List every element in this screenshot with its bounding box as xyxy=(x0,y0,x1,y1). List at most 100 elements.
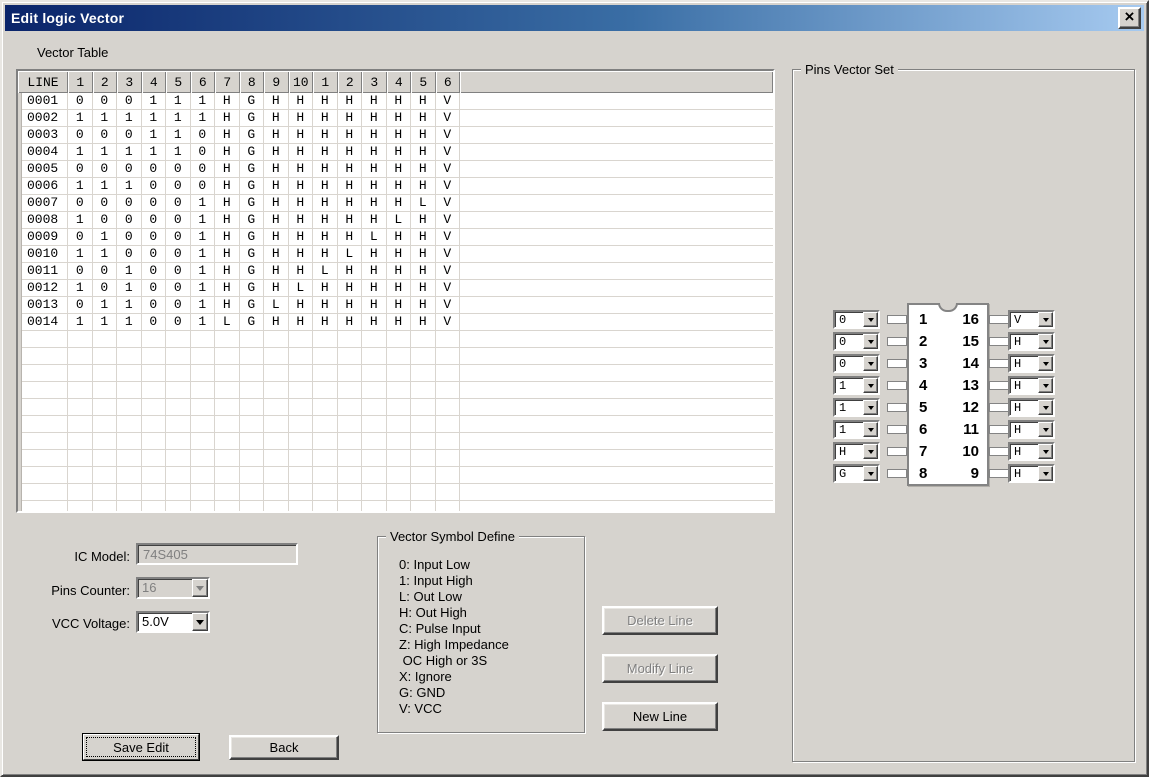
chevron-down-icon[interactable] xyxy=(1038,400,1053,415)
pin-1-select[interactable]: 0 xyxy=(833,310,880,329)
column-header-13[interactable]: 3 xyxy=(362,71,387,93)
vector-cell: 0 xyxy=(93,127,118,144)
vector-table-grid[interactable]: LINE12345678910123456 0001000111HGHHHHHH… xyxy=(16,69,775,513)
title-bar[interactable]: Edit logic Vector × xyxy=(5,5,1144,31)
pin-13-select[interactable]: H xyxy=(1008,376,1055,395)
column-header-5[interactable]: 5 xyxy=(166,71,191,93)
chevron-down-icon[interactable] xyxy=(863,356,878,371)
pin-10-select[interactable]: H xyxy=(1008,442,1055,461)
save-edit-button[interactable]: Save Edit xyxy=(82,733,200,761)
chevron-down-icon[interactable] xyxy=(1038,378,1053,393)
pin-7-select[interactable]: H xyxy=(833,442,880,461)
chevron-down-icon[interactable] xyxy=(863,378,878,393)
pin-4-select[interactable]: 1 xyxy=(833,376,880,395)
vector-cell: H xyxy=(313,110,338,127)
pin-12-select[interactable]: H xyxy=(1008,398,1055,417)
vector-cell: 1 xyxy=(166,144,191,161)
chevron-down-icon[interactable] xyxy=(863,400,878,415)
vector-cell: 0 xyxy=(191,127,216,144)
back-button[interactable]: Back xyxy=(229,735,339,760)
table-row[interactable]: 0002111111HGHHHHHHHV xyxy=(18,110,773,127)
column-header-14[interactable]: 4 xyxy=(387,71,412,93)
vector-cell xyxy=(117,365,142,382)
pin-5-select[interactable]: 1 xyxy=(833,398,880,417)
column-header-11[interactable]: 1 xyxy=(313,71,338,93)
column-header-8[interactable]: 8 xyxy=(240,71,265,93)
vector-cell: 0 xyxy=(166,297,191,314)
close-button[interactable]: × xyxy=(1118,7,1141,29)
vector-cell xyxy=(142,365,167,382)
column-header-15[interactable]: 5 xyxy=(411,71,436,93)
table-row[interactable]: 0009010001HGHHHHLHHV xyxy=(18,229,773,246)
vector-symbol-define-group: Vector Symbol Define 0: Input Low1: Inpu… xyxy=(377,536,585,733)
chevron-down-icon[interactable] xyxy=(863,444,878,459)
table-row[interactable]: 0010110001HGHHHLHHHV xyxy=(18,246,773,263)
column-header-12[interactable]: 2 xyxy=(338,71,363,93)
vector-cell xyxy=(117,433,142,450)
pin-11-select[interactable]: H xyxy=(1008,420,1055,439)
column-header-7[interactable]: 7 xyxy=(215,71,240,93)
chevron-down-icon[interactable] xyxy=(863,466,878,481)
table-row[interactable]: 0008100001HGHHHHHLHV xyxy=(18,212,773,229)
vcc-voltage-select[interactable]: 5.0V xyxy=(136,611,210,633)
table-row[interactable]: 0003000110HGHHHHHHHV xyxy=(18,127,773,144)
table-row[interactable]: 0012101001HGHLHHHHHV xyxy=(18,280,773,297)
pin-8-select[interactable]: G xyxy=(833,464,880,483)
vector-cell xyxy=(313,416,338,433)
chevron-down-icon[interactable] xyxy=(1038,466,1053,481)
pin-9-select[interactable]: H xyxy=(1008,464,1055,483)
table-row[interactable]: 0006111000HGHHHHHHHV xyxy=(18,178,773,195)
vector-cell xyxy=(117,501,142,513)
vector-cell: H xyxy=(362,280,387,297)
chevron-down-icon[interactable] xyxy=(863,422,878,437)
column-header-9[interactable]: 9 xyxy=(264,71,289,93)
chip-pin-lead xyxy=(887,425,907,434)
chevron-down-icon[interactable] xyxy=(863,312,878,327)
vector-cell xyxy=(387,399,412,416)
vector-cell xyxy=(338,382,363,399)
vector-cell: H xyxy=(215,178,240,195)
symbol-legend: 0: Input Low1: Input HighL: Out LowH: Ou… xyxy=(399,557,509,717)
column-header-line[interactable]: LINE xyxy=(18,71,68,93)
vector-cell: 1 xyxy=(191,229,216,246)
column-header-2[interactable]: 2 xyxy=(93,71,118,93)
column-header-3[interactable]: 3 xyxy=(117,71,142,93)
chevron-down-icon[interactable] xyxy=(1038,334,1053,349)
vector-cell: 1 xyxy=(166,110,191,127)
vector-cell xyxy=(338,484,363,501)
pin-3-select[interactable]: 0 xyxy=(833,354,880,373)
vector-cell xyxy=(240,365,265,382)
vector-cell xyxy=(289,467,314,484)
chevron-down-icon[interactable] xyxy=(1038,444,1053,459)
vector-cell: 0 xyxy=(142,297,167,314)
column-header-4[interactable]: 4 xyxy=(142,71,167,93)
pin-16-select[interactable]: V xyxy=(1008,310,1055,329)
ic-model-field: 74S405 xyxy=(136,543,298,565)
table-row[interactable]: 0004111110HGHHHHHHHV xyxy=(18,144,773,161)
pin-6-select[interactable]: 1 xyxy=(833,420,880,439)
chevron-down-icon[interactable] xyxy=(1038,312,1053,327)
chip-pin-number: 5 xyxy=(919,398,927,417)
chevron-down-icon[interactable] xyxy=(1038,356,1053,371)
table-row[interactable]: 0001000111HGHHHHHHHV xyxy=(18,93,773,110)
pin-15-select[interactable]: H xyxy=(1008,332,1055,351)
column-header-16[interactable]: 6 xyxy=(436,71,461,93)
column-header-6[interactable]: 6 xyxy=(191,71,216,93)
vector-cell xyxy=(191,399,216,416)
new-line-button[interactable]: New Line xyxy=(602,702,718,731)
table-row[interactable]: 0014111001LGHHHHHHHV xyxy=(18,314,773,331)
pin-14-select[interactable]: H xyxy=(1008,354,1055,373)
table-row[interactable]: 0005000000HGHHHHHHHV xyxy=(18,161,773,178)
vector-cell: 1 xyxy=(142,110,167,127)
vector-cell: H xyxy=(264,127,289,144)
column-header-10[interactable]: 10 xyxy=(289,71,314,93)
pin-2-select[interactable]: 0 xyxy=(833,332,880,351)
table-row[interactable]: 0011001001HGHHLHHHHV xyxy=(18,263,773,280)
chevron-down-icon[interactable] xyxy=(1038,422,1053,437)
table-row[interactable]: 0013011001HGLHHHHHHV xyxy=(18,297,773,314)
chevron-down-icon[interactable] xyxy=(192,613,208,631)
vector-cell: H xyxy=(215,263,240,280)
table-row[interactable]: 0007000001HGHHHHHHLV xyxy=(18,195,773,212)
column-header-1[interactable]: 1 xyxy=(68,71,93,93)
chevron-down-icon[interactable] xyxy=(863,334,878,349)
